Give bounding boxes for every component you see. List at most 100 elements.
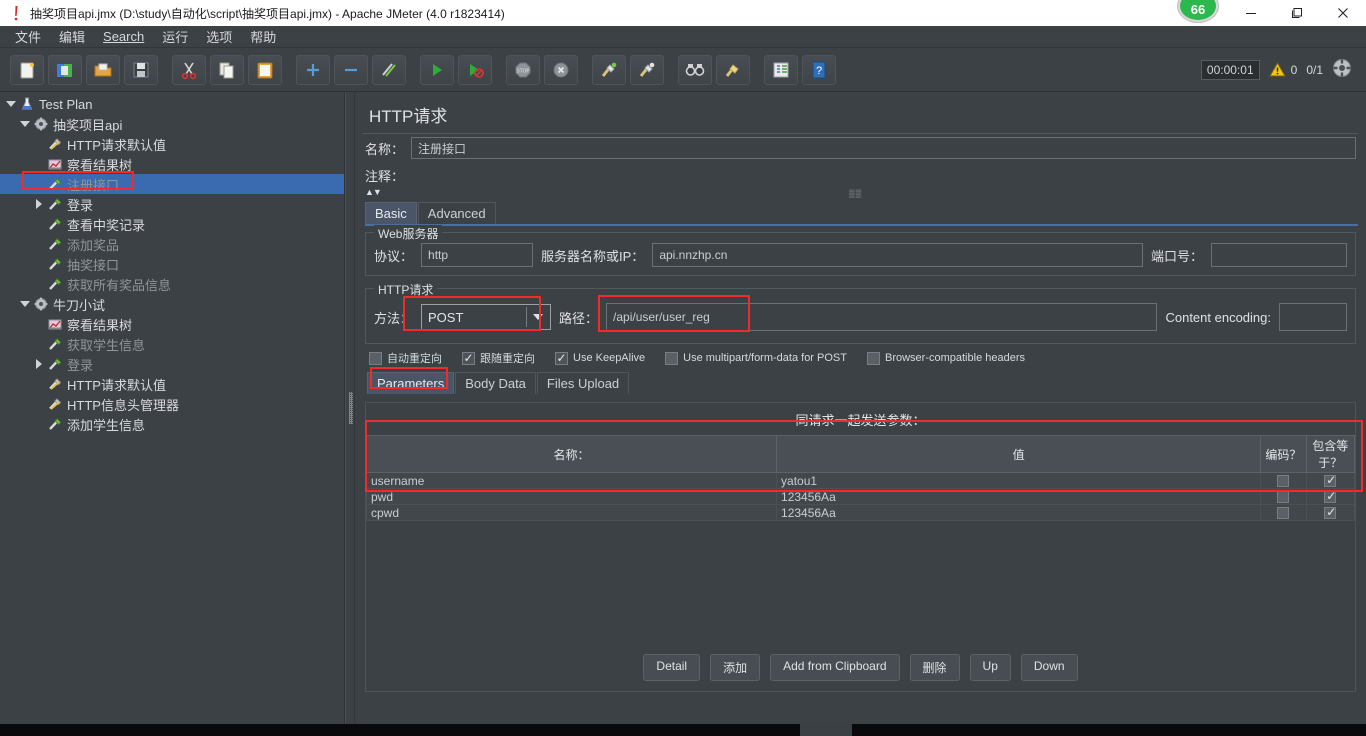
help-icon[interactable]: ? xyxy=(802,54,836,85)
expand-all-icon[interactable] xyxy=(296,54,330,85)
new-icon[interactable] xyxy=(10,54,44,85)
clear-icon[interactable] xyxy=(592,54,626,85)
templates-icon[interactable] xyxy=(48,54,82,85)
chevron-right-icon[interactable] xyxy=(32,359,46,369)
menu-search[interactable]: Search xyxy=(94,27,153,46)
tab-basic[interactable]: Basic xyxy=(365,202,417,224)
search-icon[interactable] xyxy=(678,54,712,85)
tree-item-16[interactable]: 添加学生信息 xyxy=(0,414,344,434)
shutdown-icon[interactable] xyxy=(544,54,578,85)
add-button[interactable]: 添加 xyxy=(710,654,761,681)
tree-item-11[interactable]: 察看结果树 xyxy=(0,314,344,334)
start-icon[interactable] xyxy=(420,54,454,85)
table-row[interactable]: username yatou1 xyxy=(365,472,1356,489)
encode-checkbox[interactable] xyxy=(1277,475,1290,488)
remote-engines-icon[interactable] xyxy=(1332,58,1352,81)
param-encode-cell[interactable] xyxy=(1260,488,1307,505)
detail-button[interactable]: Detail xyxy=(643,654,701,681)
menu-options[interactable]: 选项 xyxy=(197,25,241,48)
include-equals-checkbox[interactable] xyxy=(1324,505,1336,520)
section-collapse-control[interactable]: ▲▼ ▒▒ xyxy=(355,186,1366,198)
clear-all-icon[interactable] xyxy=(630,54,664,85)
toggle-icon[interactable] xyxy=(372,54,406,85)
param-value-cell[interactable]: 123456Aa xyxy=(776,504,1262,521)
tree-item-6[interactable]: 查看中奖记录 xyxy=(0,214,344,234)
param-encode-cell[interactable] xyxy=(1260,504,1307,521)
param-name-cell[interactable]: pwd xyxy=(365,488,778,505)
copy-icon[interactable] xyxy=(210,54,244,85)
tree-item-9[interactable]: 获取所有奖品信息 xyxy=(0,274,344,294)
tree-item-2[interactable]: HTTP请求默认值 xyxy=(0,134,344,154)
add-from-clipboard-button[interactable]: Add from Clipboard xyxy=(770,654,900,681)
splitter-grip[interactable] xyxy=(349,392,353,424)
comment-input[interactable] xyxy=(411,164,1356,186)
open-icon[interactable] xyxy=(86,54,120,85)
warning-indicator[interactable]: 0 xyxy=(1268,61,1297,78)
minimize-button[interactable] xyxy=(1228,0,1274,26)
tree-item-14[interactable]: HTTP请求默认值 xyxy=(0,374,344,394)
protocol-input[interactable]: http xyxy=(421,243,534,267)
chevron-right-icon[interactable] xyxy=(32,199,46,209)
port-input[interactable] xyxy=(1211,243,1347,267)
param-tab-2[interactable]: Files Upload xyxy=(536,372,630,394)
include-equals-checkbox[interactable] xyxy=(1324,489,1336,504)
collapse-all-icon[interactable] xyxy=(334,54,368,85)
param-tab-1[interactable]: Body Data xyxy=(455,372,536,394)
server-input[interactable]: api.nnzhp.cn xyxy=(652,243,1143,267)
option-1[interactable]: 跟随重定向 xyxy=(462,350,549,366)
tree-item-1[interactable]: 抽奖项目api xyxy=(0,114,344,134)
maximize-button[interactable] xyxy=(1274,0,1320,26)
method-select[interactable]: POST xyxy=(421,304,552,330)
pane-splitter[interactable] xyxy=(345,92,355,724)
chevron-down-icon[interactable] xyxy=(526,307,548,327)
param-name-cell[interactable]: cpwd xyxy=(365,504,778,521)
option-checkbox[interactable] xyxy=(369,351,382,365)
menu-file[interactable]: 文件 xyxy=(6,25,50,48)
name-input[interactable]: 注册接口 xyxy=(411,137,1356,159)
chevron-down-icon[interactable] xyxy=(4,101,18,107)
menu-edit[interactable]: 编辑 xyxy=(50,25,94,48)
column-header-2[interactable]: 编码？ xyxy=(1260,435,1307,473)
paste-icon[interactable] xyxy=(248,54,282,85)
param-include-equals-cell[interactable] xyxy=(1305,472,1356,489)
function-helper-icon[interactable] xyxy=(764,54,798,85)
param-value-cell[interactable]: yatou1 xyxy=(776,472,1262,489)
tree-item-5[interactable]: 登录 xyxy=(0,194,344,214)
option-0[interactable]: 自动重定向 xyxy=(369,350,456,366)
taskbar-thumbnail[interactable] xyxy=(800,724,852,736)
tree-item-13[interactable]: 登录 xyxy=(0,354,344,374)
encode-checkbox[interactable] xyxy=(1277,507,1290,520)
cut-icon[interactable] xyxy=(172,54,206,85)
up-button[interactable]: Up xyxy=(969,654,1011,681)
param-name-cell[interactable]: username xyxy=(365,472,778,489)
tree-item-15[interactable]: HTTP信息头管理器 xyxy=(0,394,344,414)
table-row[interactable]: cpwd 123456Aa xyxy=(365,504,1356,521)
param-encode-cell[interactable] xyxy=(1260,472,1307,489)
tree-item-4[interactable]: 注册接口 xyxy=(0,174,344,194)
path-input[interactable]: /api/user/user_reg xyxy=(606,303,1158,331)
chevron-down-icon[interactable] xyxy=(18,301,32,307)
column-header-1[interactable]: 值 xyxy=(776,435,1262,473)
start-no-pauses-icon[interactable] xyxy=(458,54,492,85)
save-icon[interactable] xyxy=(124,54,158,85)
content-encoding-input[interactable] xyxy=(1279,303,1347,331)
column-header-0[interactable]: 名称： xyxy=(365,435,778,473)
encode-checkbox[interactable] xyxy=(1277,491,1290,504)
tree-item-12[interactable]: 获取学生信息 xyxy=(0,334,344,354)
option-4[interactable]: Browser-compatible headers xyxy=(866,351,1039,365)
tree-item-10[interactable]: 牛刀小试 xyxy=(0,294,344,314)
include-equals-checkbox[interactable] xyxy=(1324,473,1336,488)
option-checkbox[interactable] xyxy=(665,351,679,365)
delete-button[interactable]: 删除 xyxy=(909,654,960,681)
test-plan-tree[interactable]: Test Plan 抽奖项目api HTTP请求默认值 察看结果树 注册接口 登录 查看中奖… xyxy=(0,92,344,434)
down-button[interactable]: Down xyxy=(1020,654,1078,681)
menu-help[interactable]: 帮助 xyxy=(241,25,285,48)
option-2[interactable]: Use KeepAlive xyxy=(555,351,659,365)
column-header-3[interactable]: 包含等于？ xyxy=(1305,435,1356,473)
tree-item-3[interactable]: 察看结果树 xyxy=(0,154,344,174)
stop-icon[interactable]: STOP xyxy=(506,54,540,85)
param-include-equals-cell[interactable] xyxy=(1305,488,1356,505)
option-3[interactable]: Use multipart/form-data for POST xyxy=(665,351,861,365)
option-checkbox[interactable] xyxy=(866,351,880,365)
table-row[interactable]: pwd 123456Aa xyxy=(365,488,1356,505)
